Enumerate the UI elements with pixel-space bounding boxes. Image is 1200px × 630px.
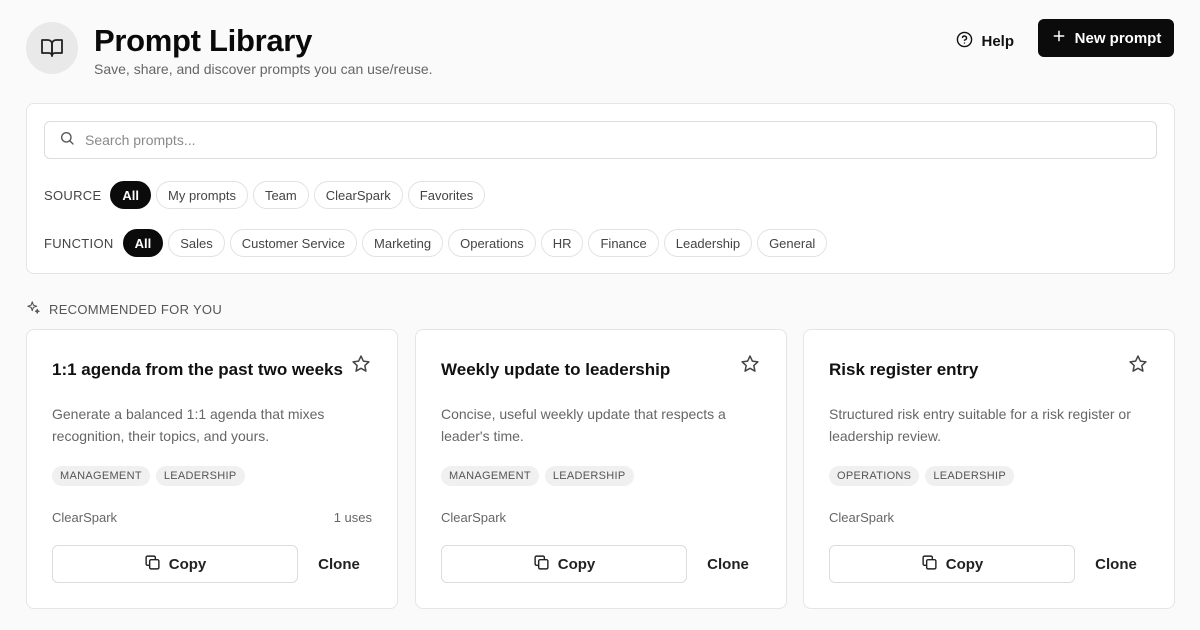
prompt-card: 1:1 agenda from the past two weeks Gener…: [26, 329, 398, 609]
card-uses: 1 uses: [333, 510, 372, 525]
function-chip-finance[interactable]: Finance: [588, 229, 659, 257]
card-description: Concise, useful weekly update that respe…: [441, 406, 726, 444]
search-box[interactable]: [44, 121, 1157, 159]
source-chip-all[interactable]: All: [110, 181, 152, 209]
copy-button-label: Copy: [557, 555, 596, 573]
tag: LEADERSHIP: [925, 466, 1015, 486]
function-chip-marketing[interactable]: Marketing: [362, 229, 444, 257]
book-open-icon: [26, 22, 78, 74]
help-circle-icon: [956, 31, 973, 52]
card-source: ClearSpark: [441, 510, 507, 525]
clone-button[interactable]: Clone: [699, 545, 757, 583]
source-chip-team[interactable]: Team: [252, 181, 309, 209]
plus-icon: [1051, 28, 1067, 48]
card-tags: MANAGEMENT LEADERSHIP: [441, 466, 634, 486]
card-tags: OPERATIONS LEADERSHIP: [829, 466, 1015, 486]
prompt-card: Risk register entry Structured risk entr…: [803, 329, 1175, 609]
copy-icon: [921, 554, 938, 575]
source-chip-favorites[interactable]: Favorites: [407, 181, 486, 209]
function-chip-sales[interactable]: Sales: [168, 229, 225, 257]
card-description: Structured risk entry suitable for a ris…: [829, 406, 1131, 444]
function-chip-general[interactable]: General: [757, 229, 828, 257]
copy-icon: [144, 554, 161, 575]
sparkles-icon: [26, 300, 41, 318]
copy-button[interactable]: Copy: [441, 545, 687, 583]
tag: OPERATIONS: [829, 466, 920, 486]
star-icon[interactable]: [740, 354, 762, 376]
tag: LEADERSHIP: [544, 466, 634, 486]
tag: MANAGEMENT: [52, 466, 150, 486]
source-filter-row: SOURCE All My prompts Team ClearSpark Fa…: [44, 181, 486, 209]
copy-button[interactable]: Copy: [52, 545, 298, 583]
source-chip-clearspark[interactable]: ClearSpark: [313, 181, 403, 209]
filter-panel: SOURCE All My prompts Team ClearSpark Fa…: [26, 103, 1175, 274]
card-title: 1:1 agenda from the past two weeks: [52, 360, 343, 379]
new-prompt-label: New prompt: [1074, 29, 1162, 47]
prompt-card: Weekly update to leadership Concise, use…: [415, 329, 787, 609]
search-input[interactable]: [85, 132, 1085, 148]
clone-button[interactable]: Clone: [310, 545, 368, 583]
page-header: Prompt Library Save, share, and discover…: [26, 19, 1174, 82]
function-chip-leadership[interactable]: Leadership: [663, 229, 753, 257]
new-prompt-button[interactable]: New prompt: [1038, 19, 1174, 57]
copy-button-label: Copy: [168, 555, 207, 573]
function-chip-all[interactable]: All: [122, 229, 164, 257]
card-tags: MANAGEMENT LEADERSHIP: [52, 466, 245, 486]
copy-icon: [533, 554, 550, 575]
star-icon[interactable]: [1128, 354, 1150, 376]
recommended-header: RECOMMENDED FOR YOU: [26, 300, 222, 318]
copy-button[interactable]: Copy: [829, 545, 1075, 583]
page-subtitle: Save, share, and discover prompts you ca…: [94, 61, 433, 77]
card-description: Generate a balanced 1:1 agenda that mixe…: [52, 406, 325, 444]
function-chip-hr[interactable]: HR: [540, 229, 584, 257]
function-filter-label: FUNCTION: [44, 235, 114, 251]
star-icon[interactable]: [351, 354, 373, 376]
page-title: Prompt Library: [94, 23, 313, 58]
help-button[interactable]: Help: [954, 25, 1016, 57]
tag: LEADERSHIP: [155, 466, 245, 486]
recommended-label: RECOMMENDED FOR YOU: [49, 301, 223, 317]
card-title: Risk register entry: [829, 360, 979, 379]
function-filter-row: FUNCTION All Sales Customer Service Mark…: [44, 229, 828, 257]
card-title: Weekly update to leadership: [441, 360, 671, 379]
card-source: ClearSpark: [52, 510, 118, 525]
copy-button-label: Copy: [945, 555, 984, 573]
source-filter-label: SOURCE: [44, 187, 102, 203]
function-chip-customer-service[interactable]: Customer Service: [229, 229, 358, 257]
clone-button[interactable]: Clone: [1087, 545, 1145, 583]
source-chip-my-prompts[interactable]: My prompts: [156, 181, 248, 209]
card-source: ClearSpark: [829, 510, 895, 525]
tag: MANAGEMENT: [441, 466, 539, 486]
search-icon: [59, 130, 75, 151]
function-chip-operations[interactable]: Operations: [448, 229, 536, 257]
help-button-label: Help: [981, 32, 1014, 50]
recommended-cards: 1:1 agenda from the past two weeks Gener…: [26, 329, 1175, 609]
